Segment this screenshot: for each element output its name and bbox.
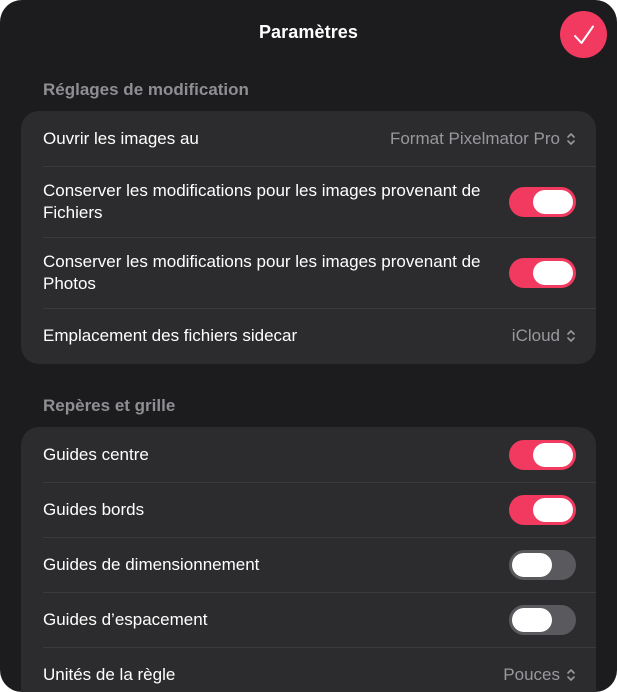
- ruler-units-picker[interactable]: Pouces: [503, 665, 576, 685]
- spacing-guides-toggle[interactable]: [509, 604, 576, 635]
- section-header-editing: Réglages de modification: [43, 80, 249, 99]
- row-label: Unités de la règle: [43, 665, 176, 684]
- row-keep-edits-photos: Conserver les modifications pour les ima…: [21, 237, 596, 308]
- guides-settings-group: Guides centre Guides bords Guides de dim…: [21, 427, 596, 692]
- done-button[interactable]: [560, 11, 607, 58]
- row-label: Conserver les modifications pour les ima…: [43, 251, 481, 293]
- row-label: Guides bords: [43, 499, 145, 519]
- row-label: Guides centre: [43, 444, 149, 464]
- chevron-up-down-icon: [567, 132, 575, 145]
- checkmark-icon: [573, 25, 594, 44]
- keep-edits-files-toggle[interactable]: [509, 186, 576, 217]
- sidecar-location-picker[interactable]: iCloud: [512, 326, 576, 346]
- open-images-format-picker[interactable]: Format Pixelmator Pro: [390, 129, 576, 149]
- row-label: Guides de dimensionnement: [43, 554, 260, 574]
- dimension-guides-toggle[interactable]: [509, 549, 576, 580]
- chevron-up-down-icon: [567, 669, 575, 681]
- toggle-knob: [512, 552, 552, 577]
- page-title: Paramètres: [258, 22, 359, 42]
- row-ruler-units[interactable]: Unités de la règle Pouces: [21, 647, 596, 692]
- toggle-knob: [533, 260, 573, 285]
- toggle-knob: [533, 442, 573, 467]
- row-label: Emplacement des fichiers sidecar: [43, 326, 298, 345]
- editing-settings-group: Ouvrir les images au Format Pixelmator P…: [21, 111, 596, 364]
- row-label: Conserver les modifications pour les ima…: [43, 180, 481, 222]
- edge-guides-toggle[interactable]: [509, 494, 576, 525]
- section-header-guides: Repères et grille: [43, 396, 176, 415]
- row-dimension-guides: Guides de dimensionnement: [21, 537, 596, 592]
- row-edge-guides: Guides bords: [21, 482, 596, 537]
- picker-value: Format Pixelmator Pro: [389, 128, 560, 148]
- row-spacing-guides: Guides d’espacement: [21, 592, 596, 647]
- center-guides-toggle[interactable]: [509, 439, 576, 470]
- row-label: Ouvrir les images au: [43, 128, 199, 148]
- toggle-knob: [533, 497, 573, 522]
- row-label: Guides d’espacement: [43, 609, 208, 629]
- row-open-images-as[interactable]: Ouvrir les images au Format Pixelmator P…: [21, 111, 596, 166]
- toggle-knob: [533, 189, 573, 214]
- keep-edits-photos-toggle[interactable]: [509, 257, 576, 288]
- row-keep-edits-files: Conserver les modifications pour les ima…: [21, 166, 596, 237]
- chevron-up-down-icon: [567, 330, 575, 342]
- row-sidecar-location[interactable]: Emplacement des fichiers sidecar iCloud: [21, 308, 596, 364]
- toggle-knob: [512, 607, 552, 632]
- row-center-guides: Guides centre: [21, 427, 596, 482]
- settings-sheet: Paramètres Réglages de modification Ouvr…: [0, 0, 617, 692]
- picker-value: iCloud: [511, 326, 560, 345]
- picker-value: Pouces: [503, 665, 560, 684]
